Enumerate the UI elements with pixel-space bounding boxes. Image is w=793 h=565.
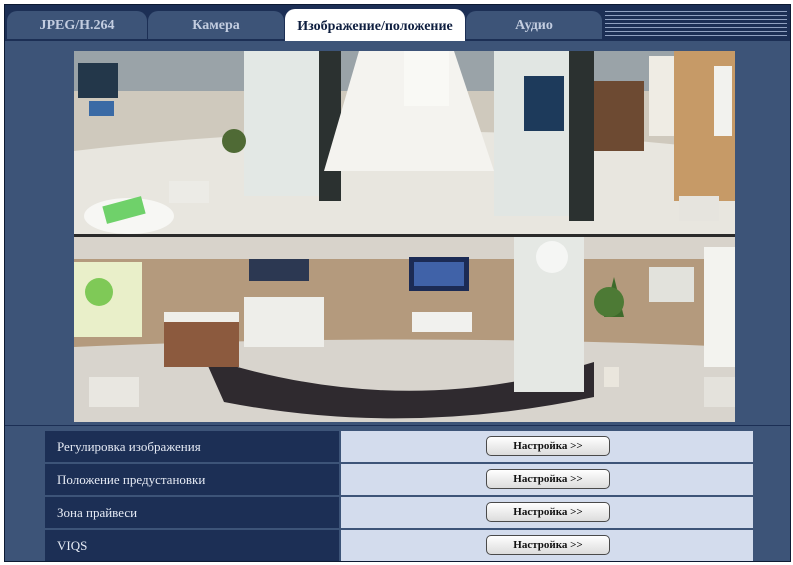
row-cell: Настройка >> bbox=[341, 431, 753, 462]
camera-settings-window: JPEG/H.264 Камера Изображение/положение … bbox=[4, 4, 791, 562]
row-cell: Настройка >> bbox=[341, 464, 753, 495]
tab-image-position[interactable]: Изображение/положение bbox=[285, 9, 465, 41]
content-panel: Регулировка изображения Настройка >> Пол… bbox=[5, 41, 790, 561]
section-divider bbox=[5, 425, 790, 426]
row-label: Регулировка изображения bbox=[45, 431, 339, 462]
panorama-bottom-image bbox=[74, 237, 735, 422]
settings-list: Регулировка изображения Настройка >> Пол… bbox=[45, 431, 753, 563]
row-cell: Настройка >> bbox=[341, 497, 753, 528]
tab-bar: JPEG/H.264 Камера Изображение/положение … bbox=[5, 5, 790, 41]
row-cell: Настройка >> bbox=[341, 530, 753, 561]
row-label: Положение предустановки bbox=[45, 464, 339, 495]
tab-audio[interactable]: Аудио bbox=[466, 11, 602, 39]
row-label: Зона прайвеси bbox=[45, 497, 339, 528]
row-label: VIQS bbox=[45, 530, 339, 561]
camera-preview bbox=[74, 51, 735, 422]
settings-row-preset-position: Положение предустановки Настройка >> bbox=[45, 464, 753, 495]
image-adjust-setup-button[interactable]: Настройка >> bbox=[486, 436, 610, 456]
tab-camera[interactable]: Камера bbox=[148, 11, 284, 39]
tab-label: JPEG/H.264 bbox=[39, 18, 115, 33]
settings-row-image-adjust: Регулировка изображения Настройка >> bbox=[45, 431, 753, 462]
privacy-zone-setup-button[interactable]: Настройка >> bbox=[486, 502, 610, 522]
tab-label: Изображение/положение bbox=[297, 19, 453, 34]
tab-jpeg-h264[interactable]: JPEG/H.264 bbox=[7, 11, 147, 39]
tab-bar-stripes bbox=[605, 11, 787, 39]
panorama-top-image bbox=[74, 51, 735, 234]
tab-label: Камера bbox=[192, 18, 240, 33]
tab-label: Аудио bbox=[515, 18, 553, 33]
settings-row-privacy-zone: Зона прайвеси Настройка >> bbox=[45, 497, 753, 528]
preset-position-setup-button[interactable]: Настройка >> bbox=[486, 469, 610, 489]
settings-row-viqs: VIQS Настройка >> bbox=[45, 530, 753, 561]
viqs-setup-button[interactable]: Настройка >> bbox=[486, 535, 610, 555]
